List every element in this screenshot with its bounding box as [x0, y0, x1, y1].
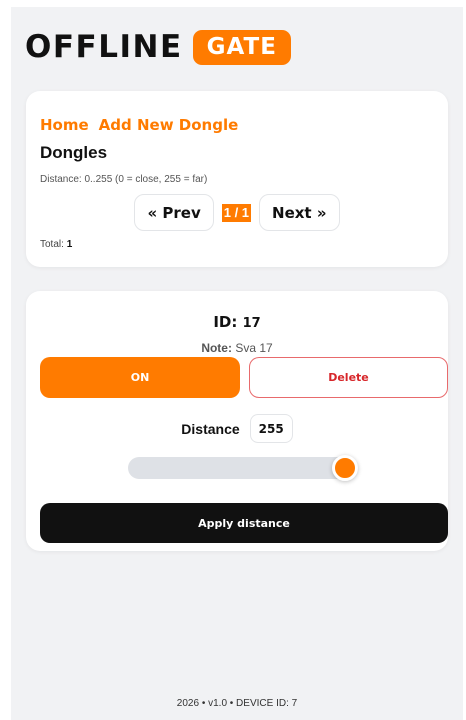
prev-page-button[interactable]: « Prev	[134, 194, 214, 231]
page-title: Dongles	[40, 143, 108, 162]
dongle-id: ID: 17	[26, 313, 448, 331]
total-label: Total:	[40, 239, 64, 250]
dongle-id-value: 17	[242, 316, 261, 331]
slider-thumb[interactable]	[332, 455, 358, 481]
dongle-actions: ON Delete	[40, 357, 448, 398]
distance-slider[interactable]	[128, 455, 358, 481]
total-value: 1	[66, 239, 73, 250]
delete-button[interactable]: Delete	[249, 357, 448, 398]
nav-links: Home Add New Dongle	[40, 116, 238, 134]
total-count: Total: 1	[40, 239, 72, 250]
dongle-list-card: Home Add New Dongle Dongles Distance: 0.…	[26, 91, 448, 267]
distance-row: Distance 255	[26, 414, 448, 443]
slider-track[interactable]	[128, 457, 358, 479]
pagination: « Prev 1 / 1 Next »	[26, 194, 448, 231]
dongle-id-label: ID:	[213, 313, 238, 331]
footer: 2026 • v1.0 • DEVICE ID: 7	[176, 698, 298, 709]
add-dongle-link[interactable]: Add New Dongle	[99, 116, 239, 134]
brand-word: OFFLINE	[25, 29, 183, 65]
note-label: Note:	[201, 341, 232, 355]
next-page-button[interactable]: Next »	[259, 194, 340, 231]
app-page: OFFLINE GATE Home Add New Dongle Dongles…	[11, 7, 463, 720]
distance-value: 255	[249, 414, 293, 443]
distance-label: Distance	[181, 420, 240, 437]
distance-hint: Distance: 0..255 (0 = close, 255 = far)	[40, 174, 208, 185]
current-page-indicator: 1 / 1	[221, 203, 252, 222]
note-value: Sva 17	[235, 341, 273, 355]
brand-logo: OFFLINE GATE	[25, 27, 291, 67]
home-link[interactable]: Home	[40, 116, 89, 134]
brand-pill: GATE	[192, 29, 291, 65]
on-toggle-button[interactable]: ON	[40, 357, 240, 398]
dongle-card: ID: 17 Note: Sva 17 ON Delete Distance 2…	[26, 291, 448, 551]
dongle-note: Note: Sva 17	[26, 341, 448, 355]
apply-distance-button[interactable]: Apply distance	[40, 503, 448, 543]
